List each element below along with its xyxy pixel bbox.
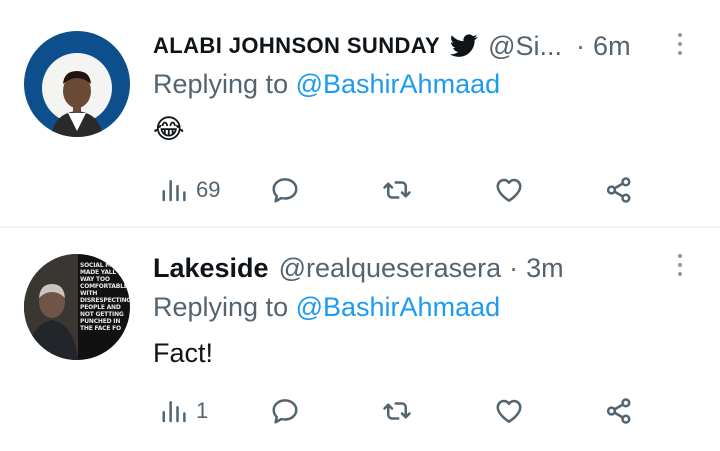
tweet-text: 😂 [153, 114, 185, 144]
replying-prefix: Replying to [153, 69, 289, 99]
avatar[interactable]: SOCIAL ME MADE YALL WAY TOO COMFORTABLE … [24, 254, 130, 360]
share-icon [606, 398, 631, 424]
retweet-icon [383, 181, 411, 199]
reply-icon [272, 399, 298, 424]
like-button[interactable] [494, 391, 524, 431]
retweet-icon [383, 402, 411, 420]
user-handle[interactable]: @realqueserasera [279, 253, 502, 284]
action-bar: 1 [0, 391, 720, 431]
separator-dot: · [509, 252, 519, 283]
twitter-bird-icon [450, 34, 478, 58]
mention-link[interactable]: @BashirAhmaad [296, 292, 501, 322]
share-button[interactable] [604, 170, 634, 210]
views-count: 69 [196, 177, 221, 202]
like-icon [496, 399, 522, 423]
like-button[interactable] [494, 170, 524, 210]
mention-link[interactable]: @BashirAhmaad [296, 69, 501, 99]
tweet[interactable]: SOCIAL ME MADE YALL WAY TOO COMFORTABLE … [0, 228, 720, 451]
more-icon[interactable] [676, 254, 684, 276]
tweet[interactable]: ALABI JOHNSON SUNDAY @Si... · 6m Replyin… [0, 0, 720, 225]
reply-icon [272, 178, 298, 203]
display-name[interactable]: Lakeside [153, 253, 269, 284]
replying-to: Replying to @BashirAhmaad [153, 292, 500, 323]
retweet-button[interactable] [382, 170, 412, 210]
views-icon [162, 180, 186, 202]
share-icon [606, 177, 631, 203]
separator-dot: · [576, 30, 586, 61]
timestamp[interactable]: 6m [593, 31, 631, 62]
replying-to: Replying to @BashirAhmaad [153, 69, 500, 100]
views-icon [162, 401, 186, 423]
display-name[interactable]: ALABI JOHNSON SUNDAY [153, 33, 440, 59]
share-button[interactable] [604, 391, 634, 431]
more-icon[interactable] [676, 33, 684, 55]
retweet-button[interactable] [382, 391, 412, 431]
user-handle[interactable]: @Si... [488, 31, 562, 62]
views-count: 1 [196, 398, 209, 423]
poster-text: SOCIAL ME MADE YALL WAY TOO COMFORTABLE … [80, 262, 130, 332]
action-bar: 69 [0, 170, 720, 210]
tweet-text: Fact! [153, 338, 214, 368]
views-button[interactable]: 1 [160, 391, 208, 431]
tweet-header: Lakeside @realqueserasera · 3m [153, 250, 564, 286]
reply-button[interactable] [270, 391, 300, 431]
avatar[interactable] [24, 31, 130, 137]
like-icon [496, 178, 522, 202]
reply-button[interactable] [270, 170, 300, 210]
views-button[interactable]: 69 [160, 170, 220, 210]
timestamp[interactable]: 3m [526, 253, 564, 284]
replying-prefix: Replying to [153, 292, 289, 322]
tweet-header: ALABI JOHNSON SUNDAY @Si... · 6m [153, 28, 631, 64]
